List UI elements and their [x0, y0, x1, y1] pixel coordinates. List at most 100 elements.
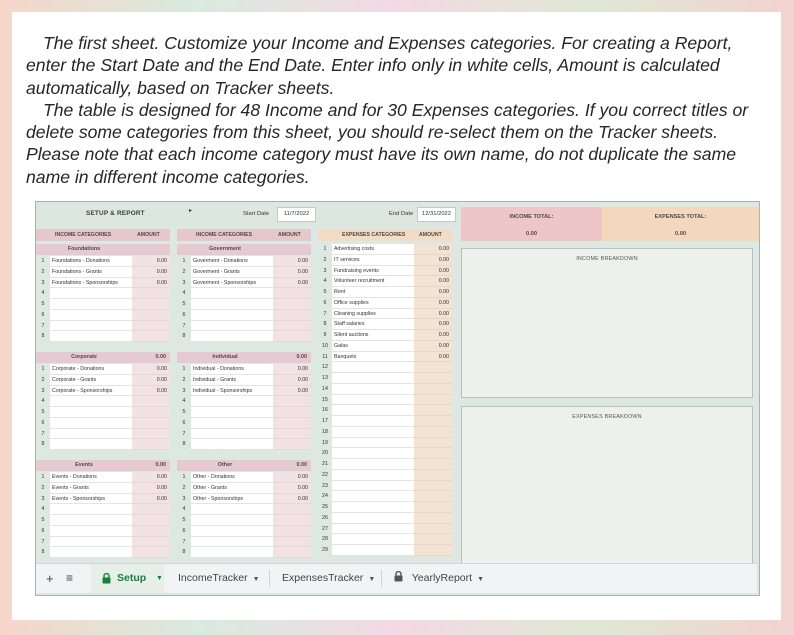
expense-category-cell[interactable] — [332, 545, 414, 556]
category-cell[interactable] — [191, 288, 273, 299]
expense-category-cell[interactable]: IT services — [332, 254, 414, 266]
tab-income-tracker[interactable]: IncomeTracker ▼ — [178, 564, 260, 593]
category-cell[interactable] — [50, 320, 132, 332]
expense-category-cell[interactable] — [332, 502, 414, 513]
expense-category-cell[interactable]: Fundraising events — [332, 265, 414, 277]
group-name: Individual — [212, 354, 238, 360]
category-cell[interactable] — [50, 288, 132, 299]
category-cell[interactable] — [191, 407, 273, 418]
category-cell[interactable]: Goverment - Sponsorships — [191, 277, 273, 289]
category-cell[interactable]: Events - Sponsorships — [50, 493, 132, 505]
category-cell[interactable] — [191, 320, 273, 332]
table-row: 1 Other - Donations 0.00 — [177, 472, 311, 483]
row-number: 18 — [318, 426, 332, 438]
category-cell[interactable] — [50, 417, 132, 429]
category-cell[interactable]: Goverment - Grants — [191, 266, 273, 278]
tab-setup[interactable]: Setup ▼ — [91, 564, 164, 593]
category-cell[interactable] — [50, 309, 132, 321]
category-cell[interactable] — [50, 439, 132, 450]
income-breakdown-title: INCOME BREAKDOWN — [576, 256, 638, 262]
expenses-head-label: EXPENSES CATEGORIES — [342, 232, 406, 238]
category-cell[interactable] — [191, 504, 273, 515]
category-cell[interactable]: Other - Sponsorships — [191, 493, 273, 505]
category-cell[interactable] — [50, 331, 132, 342]
expense-category-cell[interactable] — [332, 448, 414, 459]
category-cell[interactable] — [191, 396, 273, 407]
expense-category-cell[interactable]: Banquets — [332, 351, 414, 363]
table-row: 3 Corporate - Sponsorships 0.00 — [36, 385, 170, 397]
expense-category-cell[interactable] — [332, 373, 414, 384]
plus-icon[interactable]: + — [46, 564, 54, 593]
expense-category-cell[interactable] — [332, 383, 414, 395]
category-cell[interactable]: Foundations - Donations — [50, 256, 132, 267]
table-row: 24 — [318, 491, 452, 502]
amount-cell: 0.00 — [414, 287, 452, 298]
expense-category-cell[interactable] — [332, 416, 414, 427]
category-cell[interactable]: Individual - Donations — [191, 364, 273, 375]
end-date-cell[interactable]: 12/31/2022 — [417, 207, 456, 222]
category-cell[interactable]: Other - Donations — [191, 472, 273, 483]
tab-yearly-report[interactable]: YearlyReport ▼ — [394, 564, 484, 593]
expenses-breakdown-chart[interactable]: EXPENSES BREAKDOWN — [461, 406, 753, 568]
category-cell[interactable]: Corporate - Grants — [50, 374, 132, 386]
category-cell[interactable]: Individual - Grants — [191, 374, 273, 386]
category-cell[interactable]: Foundations - Sponsorships — [50, 277, 132, 289]
category-cell[interactable] — [50, 536, 132, 548]
expense-category-cell[interactable]: Cleaning supplies — [332, 308, 414, 320]
category-cell[interactable] — [191, 547, 273, 558]
amount-cell — [132, 428, 170, 440]
expense-category-cell[interactable]: Rent — [332, 287, 414, 298]
start-date-cell[interactable]: 11/7/2022 — [277, 207, 316, 222]
category-cell[interactable]: Other - Grants — [191, 482, 273, 494]
expense-category-cell[interactable] — [332, 523, 414, 535]
category-cell[interactable] — [191, 428, 273, 440]
category-cell[interactable]: Corporate - Donations — [50, 364, 132, 375]
category-cell[interactable] — [191, 536, 273, 548]
expense-category-cell[interactable] — [332, 534, 414, 545]
category-cell[interactable]: Corporate - Sponsorships — [50, 385, 132, 397]
category-cell[interactable] — [50, 299, 132, 310]
amount-cell: 0.00 — [273, 493, 311, 505]
expense-category-cell[interactable] — [332, 459, 414, 470]
expense-category-cell[interactable] — [332, 480, 414, 492]
category-cell[interactable]: Individual - Sponsorships — [191, 385, 273, 397]
row-number: 7 — [177, 536, 191, 548]
category-cell[interactable] — [50, 428, 132, 440]
category-cell[interactable]: Events - Grants — [50, 482, 132, 494]
category-cell[interactable] — [191, 439, 273, 450]
category-cell[interactable] — [191, 417, 273, 429]
category-cell[interactable] — [191, 331, 273, 342]
category-cell[interactable] — [191, 299, 273, 310]
expense-category-cell[interactable]: Office supplies — [332, 297, 414, 309]
expense-category-cell[interactable]: Galas — [332, 340, 414, 352]
category-cell[interactable] — [50, 504, 132, 515]
expense-category-cell[interactable] — [332, 426, 414, 438]
expense-category-cell[interactable] — [332, 405, 414, 416]
expense-category-cell[interactable] — [332, 469, 414, 481]
income-head-label: INCOME CATEGORIES — [55, 232, 112, 238]
expense-category-cell[interactable] — [332, 362, 414, 373]
tab-expenses-tracker[interactable]: ExpensesTracker ▼ — [282, 564, 375, 593]
expense-category-cell[interactable] — [332, 491, 414, 502]
category-cell[interactable] — [50, 547, 132, 558]
expense-category-cell[interactable] — [332, 512, 414, 524]
category-cell[interactable] — [191, 515, 273, 526]
category-cell[interactable] — [50, 407, 132, 418]
expense-category-cell[interactable]: Silent auctions — [332, 330, 414, 341]
category-cell[interactable] — [191, 309, 273, 321]
expense-category-cell[interactable]: Staff salaries — [332, 319, 414, 330]
expense-category-cell[interactable]: Volunteer recruitment — [332, 276, 414, 287]
category-cell[interactable]: Foundations - Grants — [50, 266, 132, 278]
category-cell[interactable] — [50, 525, 132, 537]
expense-category-cell[interactable]: Advertising costs — [332, 244, 414, 255]
all-sheets-icon[interactable]: ≡ — [66, 564, 73, 593]
expense-category-cell[interactable] — [332, 394, 414, 406]
category-cell[interactable] — [50, 396, 132, 407]
income-breakdown-chart[interactable]: INCOME BREAKDOWN — [461, 248, 753, 398]
category-cell[interactable] — [191, 525, 273, 537]
category-cell[interactable]: Events - Donations — [50, 472, 132, 483]
category-cell[interactable]: Goverment - Donations — [191, 256, 273, 267]
category-cell[interactable] — [50, 515, 132, 526]
expense-category-cell[interactable] — [332, 437, 414, 449]
amount-cell: 0.00 — [132, 493, 170, 505]
